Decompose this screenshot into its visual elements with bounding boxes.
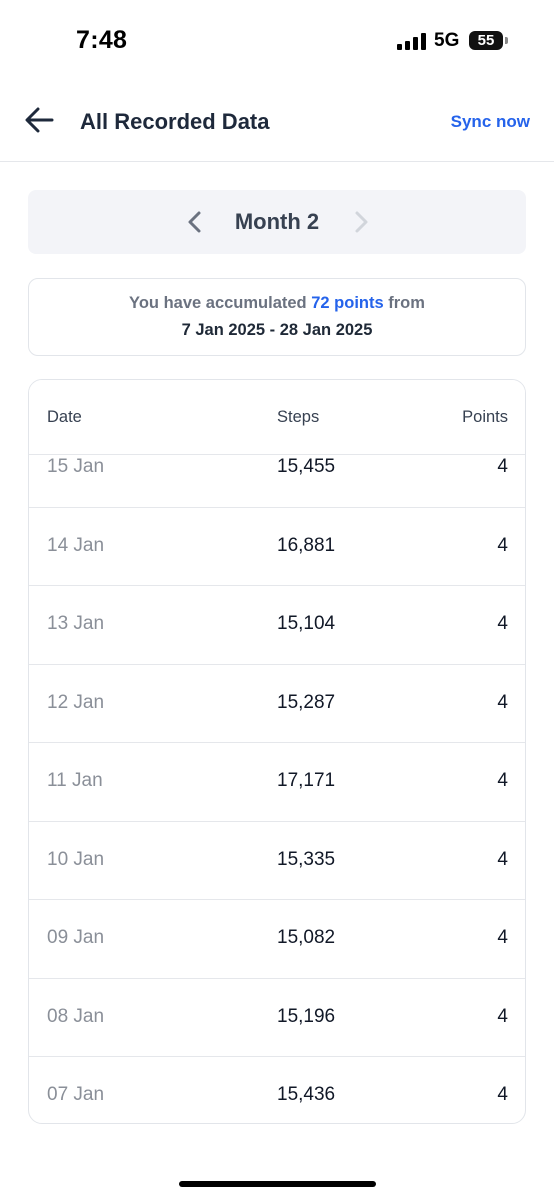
cellular-signal-icon [397, 33, 426, 50]
summary-suffix: from [388, 294, 425, 312]
month-label: Month 2 [234, 209, 320, 234]
column-header-date: Date [47, 408, 82, 426]
table-row: 11 Jan 17,171 4 [29, 743, 525, 822]
summary-date-range: 7 Jan 2025 - 28 Jan 2025 [181, 321, 373, 339]
cell-date: 08 Jan [47, 1005, 105, 1027]
table-row: 07 Jan 15,436 4 [29, 1057, 525, 1123]
cell-points: 4 [497, 456, 508, 477]
cell-steps: 17,171 [277, 770, 336, 791]
status-time: 7:48 [76, 26, 128, 54]
month-navigator: Month 2 [28, 190, 526, 254]
page-title: All Recorded Data [80, 109, 270, 134]
table-row: 08 Jan 15,196 4 [29, 979, 525, 1057]
network-type: 5G [434, 30, 460, 51]
status-bar: 7:48 5G 55 [0, 0, 554, 80]
table-body: 15 Jan 15,455 4 14 Jan 16,881 4 13 Jan 1… [29, 429, 525, 1123]
cell-steps: 15,104 [277, 613, 336, 634]
cell-steps: 15,196 [277, 1005, 336, 1027]
battery-icon: 55 [469, 31, 503, 50]
chevron-right-icon[interactable] [350, 210, 372, 234]
cell-date: 14 Jan [47, 534, 105, 556]
column-header-steps: Steps [277, 408, 320, 426]
cell-date: 15 Jan [47, 456, 105, 477]
table-row: 14 Jan 16,881 4 [29, 508, 525, 586]
cell-points: 4 [497, 613, 508, 634]
table-header: Date Steps Points [29, 380, 525, 455]
records-table[interactable]: Date Steps Points 15 Jan 15,455 4 14 Jan… [28, 379, 526, 1124]
table-row: 12 Jan 15,287 4 [29, 665, 525, 743]
cell-date: 09 Jan [47, 927, 105, 948]
points-summary-card: You have accumulated 72 points from 7 Ja… [28, 278, 526, 356]
cell-date: 07 Jan [47, 1084, 105, 1105]
cell-steps: 15,287 [277, 691, 336, 713]
cell-points: 4 [497, 691, 508, 713]
cell-date: 12 Jan [47, 691, 105, 713]
cell-date: 13 Jan [47, 613, 105, 634]
table-row: 13 Jan 15,104 4 [29, 586, 525, 665]
cell-points: 4 [497, 1084, 508, 1105]
cell-points: 4 [497, 848, 508, 870]
cell-steps: 15,455 [277, 456, 336, 477]
column-header-points: Points [462, 408, 508, 426]
cell-steps: 15,082 [277, 927, 336, 948]
cell-steps: 15,436 [277, 1084, 336, 1105]
cell-date: 10 Jan [47, 848, 105, 870]
sync-now-button[interactable]: Sync now [451, 112, 530, 132]
battery-cap [505, 37, 508, 44]
summary-prefix: You have accumulated [129, 294, 307, 312]
arrow-left-icon[interactable] [22, 102, 58, 138]
cell-date: 11 Jan [47, 770, 103, 791]
cell-steps: 15,335 [277, 848, 336, 870]
cell-points: 4 [497, 770, 508, 791]
table-row: 10 Jan 15,335 4 [29, 822, 525, 900]
table-row: 09 Jan 15,082 4 [29, 900, 525, 979]
home-indicator[interactable] [179, 1181, 376, 1187]
cell-points: 4 [497, 1005, 508, 1027]
summary-points: 72 points [311, 294, 384, 312]
summary-text: You have accumulated 72 points from [29, 294, 525, 313]
cell-steps: 16,881 [277, 534, 336, 556]
cell-points: 4 [497, 927, 508, 948]
app-header: All Recorded Data Sync now [0, 80, 554, 162]
cell-points: 4 [497, 534, 508, 556]
